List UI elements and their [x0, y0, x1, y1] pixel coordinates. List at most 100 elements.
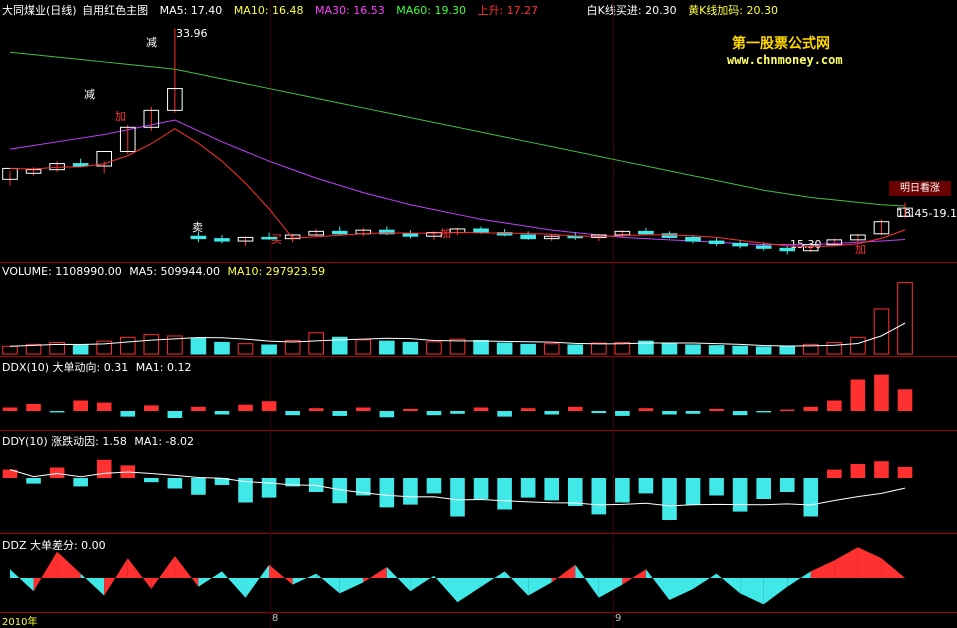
candle-body — [732, 242, 748, 247]
ddz-area — [386, 567, 411, 592]
ddz-area — [857, 547, 882, 578]
ddy-bar — [426, 478, 442, 494]
ddy-bar — [756, 478, 771, 499]
ddz-area — [292, 573, 317, 585]
ddx-bar — [308, 408, 324, 411]
candle-body — [331, 230, 348, 235]
ddz-area — [645, 569, 670, 600]
volume-bar — [732, 345, 748, 355]
ddy-bar — [73, 478, 88, 487]
ddy-bar — [167, 478, 183, 489]
ddy-bar — [850, 464, 866, 478]
ddy-bar — [591, 478, 607, 515]
volume-bar — [72, 344, 89, 355]
ddx-bar — [544, 411, 560, 415]
stock-chart-window: { "colors": {"up":"#ff3030","down":"#40e… — [0, 0, 957, 628]
volume-bar — [897, 282, 913, 355]
ddx-bar — [2, 407, 18, 411]
ddx-bar — [450, 411, 465, 414]
ddy-bar — [473, 478, 489, 499]
ddx-bar — [732, 411, 748, 416]
volume-bar — [119, 336, 136, 355]
ddx-bar — [756, 411, 771, 413]
volume-bar — [449, 338, 466, 355]
candle-body — [755, 245, 772, 249]
volume-bar — [591, 342, 607, 355]
ddx-bar — [520, 408, 536, 411]
ddz-area — [174, 556, 199, 587]
ddx-bar — [379, 411, 395, 418]
ddz-area — [551, 564, 576, 583]
ddy-bar — [874, 461, 889, 478]
volume-bar — [355, 339, 372, 355]
volume-bar — [190, 338, 207, 355]
ddz-area — [433, 575, 458, 603]
ddz-area — [669, 578, 694, 600]
ddx-bar — [120, 411, 136, 417]
volume-bar — [543, 343, 560, 355]
ddz-area — [457, 578, 482, 603]
candle-body — [779, 247, 796, 252]
candle-body — [402, 233, 419, 237]
volume-bar — [873, 308, 890, 355]
ddz-area — [881, 558, 905, 578]
ddz-area — [339, 578, 364, 594]
ddz-area — [504, 571, 529, 596]
ddy-bar — [49, 467, 65, 478]
ddx-bar — [897, 389, 913, 411]
ddy-bar — [709, 478, 724, 496]
ddx-bar — [238, 404, 253, 411]
ddx-bar — [662, 411, 677, 415]
ddz-area — [575, 564, 599, 598]
ddz-area — [269, 564, 293, 585]
ddx-bar — [355, 407, 371, 411]
ddz-area — [151, 556, 175, 589]
ddy-bar — [379, 478, 395, 508]
ddx-bar — [167, 411, 183, 418]
ddy-bar — [191, 478, 206, 495]
ddy-bar — [662, 478, 677, 520]
ddx-bar — [874, 374, 889, 411]
volume-bar — [379, 340, 395, 355]
volume-bar — [2, 345, 18, 355]
ddx-bar — [73, 400, 88, 411]
ddz-area — [316, 573, 340, 594]
ddx-bar — [49, 411, 65, 413]
ddx-bar — [567, 406, 583, 411]
ddz-area — [787, 571, 811, 587]
ddy-bar — [803, 478, 819, 517]
ddy-bar — [779, 478, 795, 492]
ddx-bar — [473, 407, 489, 411]
volume-bar — [473, 339, 489, 355]
ddx-bar — [850, 379, 866, 411]
volume-bar — [261, 344, 277, 355]
ddy-bar — [144, 478, 159, 483]
ddz-area — [127, 558, 152, 589]
ddx-bar — [685, 411, 701, 414]
ddx-bar — [261, 401, 277, 411]
candle-body — [261, 236, 277, 240]
ddx-bar — [426, 411, 442, 416]
ddz-area — [481, 571, 505, 587]
ddz-area — [410, 575, 434, 592]
volume-bar — [826, 341, 843, 355]
ddx-bar — [709, 408, 724, 411]
ddx-bar — [332, 411, 348, 416]
ddz-area — [80, 573, 105, 596]
volume-bar — [708, 345, 725, 355]
ma30-line — [9, 119, 906, 246]
volume-bar — [779, 345, 796, 355]
ddz-area — [198, 571, 222, 587]
ddy-bar — [638, 478, 654, 494]
chart-canvas — [2, 28, 913, 605]
ddz-area — [834, 547, 858, 578]
volume-bar — [567, 344, 584, 355]
candle-body — [473, 228, 489, 234]
candle-body — [214, 238, 230, 242]
ddx-bar — [779, 409, 795, 411]
volume-bar — [237, 343, 254, 355]
ddx-bar — [403, 408, 418, 411]
ddy-bar — [827, 469, 842, 478]
ddz-area — [763, 578, 788, 605]
ddz-area — [598, 578, 623, 598]
